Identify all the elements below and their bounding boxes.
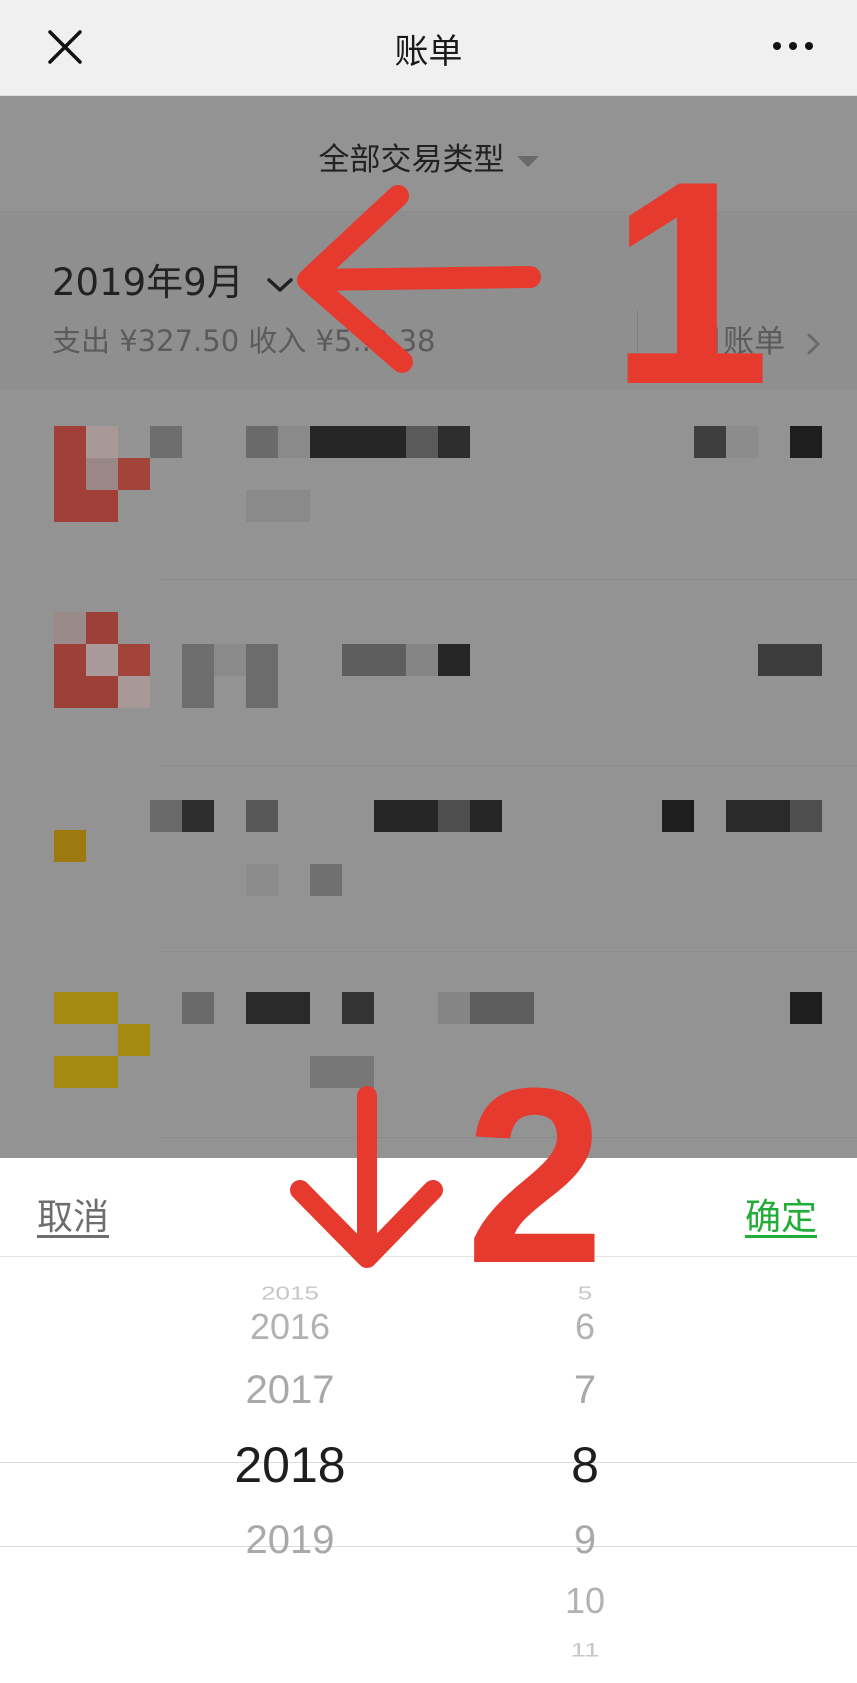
pixel-block — [790, 992, 822, 1024]
pixel-block — [278, 426, 310, 458]
pixel-block — [54, 612, 86, 644]
pixel-block — [310, 1056, 374, 1088]
pixel-block — [86, 644, 118, 676]
year-option-selected[interactable]: 2018 — [90, 1436, 490, 1494]
pixel-block — [246, 864, 278, 896]
pixel-block — [342, 992, 374, 1024]
month-selector[interactable]: 2019年9月 — [52, 252, 295, 306]
month-option[interactable]: 7 — [480, 1368, 690, 1413]
transaction-row[interactable] — [0, 766, 857, 952]
month-option[interactable]: 6 — [480, 1306, 690, 1348]
pixel-block — [662, 800, 694, 832]
date-picker-sheet: 取消 确定 2015 2016 2017 2018 2019 5 6 7 8 9… — [0, 1158, 857, 1683]
monthly-bill-link[interactable]: 月账单 — [692, 316, 821, 361]
pixel-block — [182, 644, 214, 708]
pixel-block — [86, 458, 118, 490]
pixel-block — [694, 426, 726, 458]
bill-page-dimmed: 全部交易类型 2019年9月 支出 ¥327.50 收入 ¥5..9.38 月账… — [0, 96, 857, 1158]
cancel-button[interactable]: 取消 — [37, 1188, 109, 1240]
pixel-block — [310, 864, 342, 896]
transaction-row[interactable] — [0, 952, 857, 1138]
pixel-block — [182, 992, 214, 1024]
pixel-block — [438, 426, 470, 458]
pixel-block — [406, 426, 438, 458]
page-title: 账单 — [394, 32, 463, 72]
year-wheel[interactable]: 2015 2016 2017 2018 2019 — [90, 1256, 490, 1683]
year-option[interactable]: 2015 — [90, 1283, 490, 1305]
caret-down-icon — [516, 156, 539, 167]
pixel-block — [438, 992, 470, 1024]
monthly-bill-label: 月账单 — [692, 324, 786, 360]
month-option-selected[interactable]: 8 — [480, 1436, 690, 1494]
pixel-block — [54, 1056, 118, 1088]
pixel-block — [374, 800, 438, 832]
pixel-block — [118, 1024, 150, 1056]
row-separator — [162, 1137, 857, 1138]
pixel-block — [150, 426, 182, 458]
filter-text: 全部交易类型 — [0, 134, 857, 179]
pixel-block — [118, 458, 150, 490]
transaction-row[interactable] — [0, 580, 857, 766]
pixel-block — [790, 426, 822, 458]
year-option[interactable]: 2017 — [90, 1368, 490, 1413]
pixel-block — [246, 644, 278, 708]
chevron-down-icon — [267, 277, 294, 292]
chevron-right-icon — [807, 333, 820, 354]
month-option[interactable]: 9 — [480, 1518, 690, 1563]
pixel-block — [86, 426, 118, 458]
pixelated-avatar — [54, 830, 86, 862]
navigation-bar: 账单 — [0, 0, 857, 96]
income-expense-summary: 支出 ¥327.50 收入 ¥5..9.38 — [52, 324, 436, 358]
month-option[interactable]: 10 — [480, 1580, 690, 1622]
picker-header: 取消 确定 — [0, 1158, 857, 1257]
pixel-block — [150, 800, 182, 832]
divider — [637, 310, 638, 354]
pixel-block — [118, 676, 150, 708]
month-option[interactable]: 11 — [480, 1639, 690, 1661]
pixel-block — [246, 490, 310, 522]
pixelated-avatar — [54, 992, 118, 1024]
pixel-block — [438, 800, 470, 832]
pixel-block — [790, 800, 822, 832]
year-option[interactable]: 2019 — [90, 1518, 490, 1563]
filter-label: 全部交易类型 — [318, 142, 505, 178]
pixel-block — [118, 644, 150, 676]
pixel-block — [406, 644, 438, 676]
pixel-block — [310, 426, 406, 458]
pixel-block — [246, 992, 310, 1024]
pixel-block — [758, 644, 822, 676]
transaction-row[interactable] — [0, 394, 857, 580]
pixel-block — [726, 800, 790, 832]
pixel-block — [214, 644, 246, 676]
pixel-block — [438, 644, 470, 676]
pixel-block — [246, 800, 278, 832]
transaction-type-filter[interactable]: 全部交易类型 — [0, 96, 857, 212]
pixel-block — [342, 644, 406, 676]
pixel-block — [726, 426, 758, 458]
pixel-block — [470, 800, 502, 832]
pixel-block — [246, 426, 278, 458]
month-summary-section: 2019年9月 支出 ¥327.50 收入 ¥5..9.38 月账单 — [0, 212, 857, 390]
pixel-block — [182, 800, 214, 832]
pixel-block — [470, 992, 534, 1024]
more-dots-icon[interactable] — [769, 30, 817, 62]
month-wheel[interactable]: 5 6 7 8 9 10 11 — [480, 1256, 690, 1683]
month-option[interactable]: 5 — [480, 1283, 690, 1305]
month-title: 2019年9月 — [52, 261, 244, 304]
year-option[interactable]: 2016 — [90, 1306, 490, 1348]
confirm-button[interactable]: 确定 — [745, 1188, 817, 1240]
